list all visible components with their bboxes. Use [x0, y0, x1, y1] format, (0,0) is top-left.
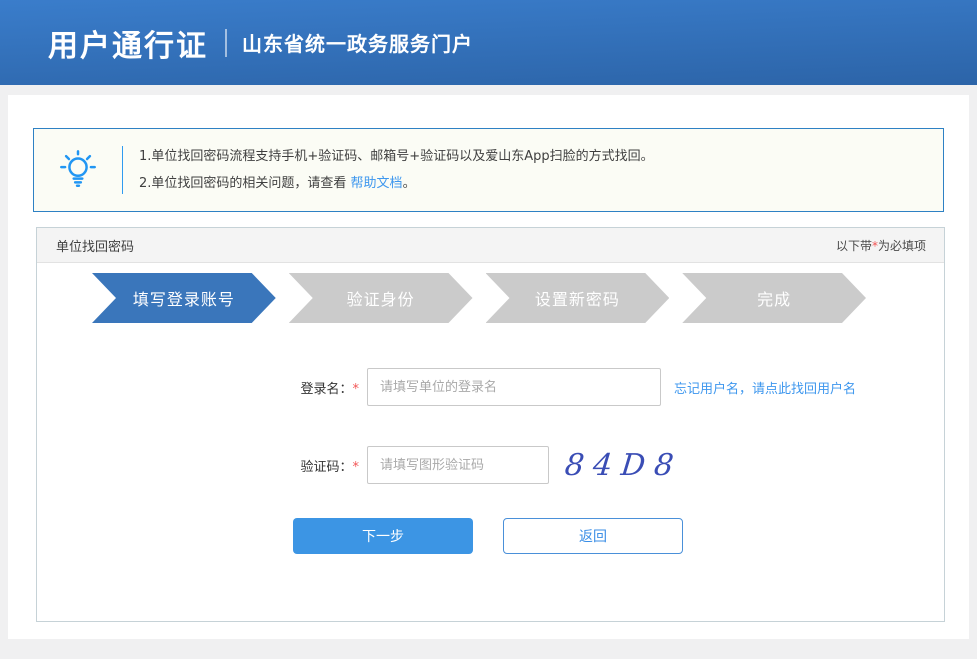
panel-header: 单位找回密码 以下带*为必填项: [37, 228, 944, 263]
notice-divider: [122, 146, 123, 194]
help-doc-link[interactable]: 帮助文档: [351, 176, 403, 191]
login-name-input[interactable]: [367, 368, 661, 406]
login-name-label: 登录名：*: [37, 378, 359, 397]
password-recovery-panel: 单位找回密码 以下带*为必填项 填写登录账号 验证身份 设置新密码 完成 登录名…: [36, 227, 945, 622]
site-title: 用户通行证: [48, 21, 208, 65]
notice-text: 1.单位找回密码流程支持手机+验证码、邮箱号+验证码以及爱山东App扫脸的方式找…: [139, 143, 654, 197]
notice-line-2: 2.单位找回密码的相关问题，请查看 帮助文档。: [139, 170, 654, 197]
step-complete: 完成: [682, 273, 866, 323]
site-subtitle: 山东省统一政务服务门户: [242, 28, 473, 57]
login-required-star: *: [353, 382, 360, 397]
lightbulb-icon: [34, 149, 122, 191]
title-divider: [225, 29, 227, 57]
step-fill-account: 填写登录账号: [92, 273, 276, 323]
captcha-row: 验证码：* 84D8: [37, 446, 944, 484]
step-progress-bar: 填写登录账号 验证身份 设置新密码 完成: [92, 273, 866, 323]
notice-box: 1.单位找回密码流程支持手机+验证码、邮箱号+验证码以及爱山东App扫脸的方式找…: [33, 128, 944, 212]
notice-line-1: 1.单位找回密码流程支持手机+验证码、邮箱号+验证码以及爱山东App扫脸的方式找…: [139, 143, 654, 170]
back-button[interactable]: 返回: [503, 518, 683, 554]
button-row: 下一步 返回: [293, 518, 944, 554]
required-note: 以下带*为必填项: [836, 237, 926, 254]
site-header: 用户通行证 山东省统一政务服务门户: [0, 0, 977, 85]
login-name-row: 登录名：* 忘记用户名，请点此找回用户名: [37, 368, 944, 406]
forgot-username-link[interactable]: 忘记用户名，请点此找回用户名: [674, 378, 856, 397]
captcha-input[interactable]: [367, 446, 549, 484]
captcha-label: 验证码：*: [37, 456, 359, 475]
captcha-image[interactable]: 84D8: [563, 448, 684, 483]
step-verify-identity: 验证身份: [289, 273, 473, 323]
main-container: 1.单位找回密码流程支持手机+验证码、邮箱号+验证码以及爱山东App扫脸的方式找…: [8, 95, 969, 639]
next-step-button[interactable]: 下一步: [293, 518, 473, 554]
step-set-new-password: 设置新密码: [486, 273, 670, 323]
panel-title: 单位找回密码: [56, 236, 134, 255]
captcha-required-star: *: [353, 460, 360, 475]
